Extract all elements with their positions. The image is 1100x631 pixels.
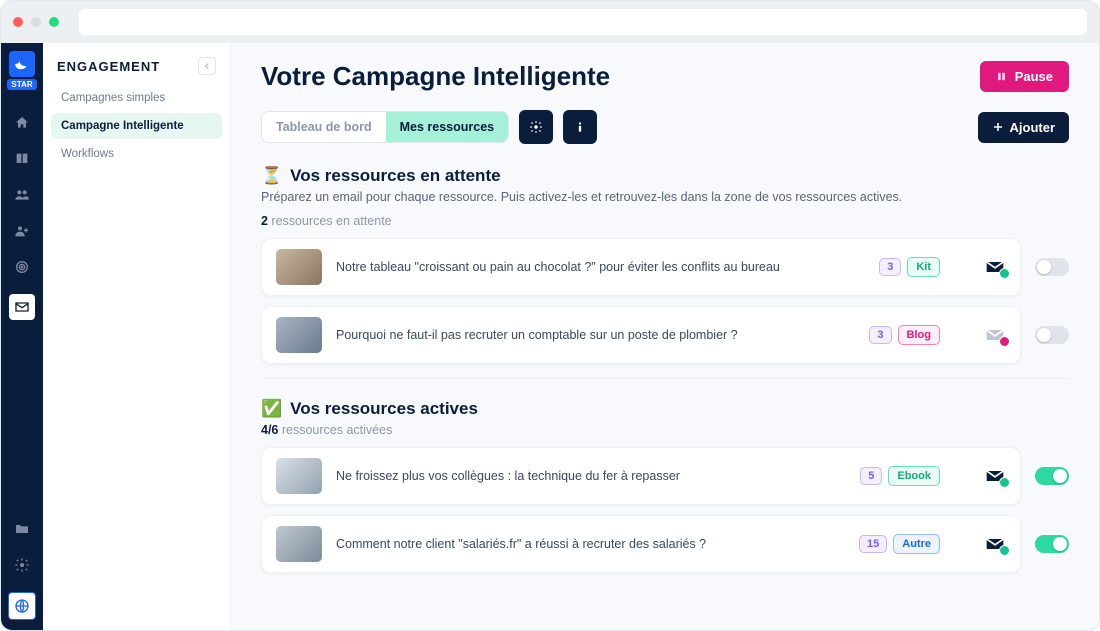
settings-button[interactable] xyxy=(519,110,553,144)
resource-title: Comment notre client "salariés.fr" a réu… xyxy=(336,536,845,553)
resource-card[interactable]: Notre tableau "croissant ou pain au choc… xyxy=(261,238,1021,296)
resource-title: Pourquoi ne faut-il pas recruter un comp… xyxy=(336,327,855,344)
resource-toggle[interactable] xyxy=(1035,467,1069,485)
mail-status-icon[interactable] xyxy=(984,257,1006,277)
pending-section-title: ⏳ Vos ressources en attente xyxy=(261,166,1069,186)
active-count: 4/6 ressources activées xyxy=(261,423,1069,437)
resource-count-badge: 3 xyxy=(879,258,901,276)
pending-count: 2 ressources en attente xyxy=(261,214,1069,228)
view-segmented-control: Tableau de bord Mes ressources xyxy=(261,111,509,143)
add-button[interactable]: Ajouter xyxy=(978,112,1070,143)
sidebar-item-workflows[interactable]: Workflows xyxy=(51,141,222,167)
sidebar-collapse-icon[interactable] xyxy=(198,57,216,75)
resource-tag: Autre xyxy=(893,534,940,554)
resource-thumbnail xyxy=(276,458,322,494)
resource-thumbnail xyxy=(276,249,322,285)
resource-count-badge: 3 xyxy=(869,326,891,344)
mail-status-icon[interactable] xyxy=(984,534,1006,554)
window-close-dot[interactable] xyxy=(13,17,23,27)
logo-block: STAR xyxy=(7,51,36,90)
browser-frame: STAR xyxy=(0,0,1100,631)
resource-thumbnail xyxy=(276,317,322,353)
resource-count-badge: 15 xyxy=(859,535,887,553)
sidebar-title: ENGAGEMENT xyxy=(57,59,160,74)
resource-title: Ne froissez plus vos collègues : la tech… xyxy=(336,468,846,485)
main-content: Votre Campagne Intelligente Pause Tablea… xyxy=(231,43,1099,630)
resource-card[interactable]: Ne froissez plus vos collègues : la tech… xyxy=(261,447,1021,505)
resource-tag: Kit xyxy=(907,257,940,277)
sidebar: ENGAGEMENT Campagnes simples Campagne In… xyxy=(43,43,231,630)
resource-toggle[interactable] xyxy=(1035,258,1069,276)
resource-thumbnail xyxy=(276,526,322,562)
resource-row: Notre tableau "croissant ou pain au choc… xyxy=(261,238,1069,296)
pause-button-label: Pause xyxy=(1015,69,1053,84)
resource-toggle[interactable] xyxy=(1035,326,1069,344)
status-check-icon xyxy=(999,545,1010,556)
sidebar-item-campagnes-simples[interactable]: Campagnes simples xyxy=(51,85,222,111)
window-min-dot[interactable] xyxy=(31,17,41,27)
pause-button[interactable]: Pause xyxy=(980,61,1069,92)
resource-row: Comment notre client "salariés.fr" a réu… xyxy=(261,515,1069,573)
resource-tag: Ebook xyxy=(888,466,940,486)
mail-status-icon[interactable] xyxy=(984,325,1006,345)
app-logo[interactable] xyxy=(9,51,35,77)
info-button[interactable] xyxy=(563,110,597,144)
status-add-icon xyxy=(999,336,1010,347)
resource-card[interactable]: Pourquoi ne faut-il pas recruter un comp… xyxy=(261,306,1021,364)
tab-dashboard[interactable]: Tableau de bord xyxy=(262,112,386,142)
resource-row: Pourquoi ne faut-il pas recruter un comp… xyxy=(261,306,1069,364)
pending-section-subtitle: Préparez un email pour chaque ressource.… xyxy=(261,190,1069,204)
users-icon[interactable] xyxy=(13,186,31,204)
globe-icon[interactable] xyxy=(8,592,36,620)
checkmark-icon: ✅ xyxy=(261,399,282,419)
resource-title: Notre tableau "croissant ou pain au choc… xyxy=(336,259,865,276)
gear-icon[interactable] xyxy=(13,556,31,574)
resource-card[interactable]: Comment notre client "salariés.fr" a réu… xyxy=(261,515,1021,573)
status-check-icon xyxy=(999,477,1010,488)
url-bar[interactable] xyxy=(79,9,1087,35)
add-button-label: Ajouter xyxy=(1010,120,1056,135)
hourglass-icon: ⏳ xyxy=(261,166,282,186)
section-divider xyxy=(261,378,1069,379)
browser-chrome xyxy=(1,1,1099,43)
resource-tag: Blog xyxy=(898,325,940,345)
active-section-title: ✅ Vos ressources actives xyxy=(261,399,1069,419)
page-title: Votre Campagne Intelligente xyxy=(261,61,610,92)
resource-count-badge: 5 xyxy=(860,467,882,485)
icon-rail: STAR xyxy=(1,43,43,630)
tab-my-resources[interactable]: Mes ressources xyxy=(386,112,509,142)
folder-icon[interactable] xyxy=(13,520,31,538)
envelope-icon[interactable] xyxy=(9,294,35,320)
user-plus-icon[interactable] xyxy=(13,222,31,240)
target-icon[interactable] xyxy=(13,258,31,276)
plan-badge: STAR xyxy=(7,79,36,90)
sidebar-item-campagne-intelligente[interactable]: Campagne Intelligente xyxy=(51,113,222,139)
mail-status-icon[interactable] xyxy=(984,466,1006,486)
book-icon[interactable] xyxy=(13,150,31,168)
home-icon[interactable] xyxy=(13,114,31,132)
window-max-dot[interactable] xyxy=(49,17,59,27)
resource-toggle[interactable] xyxy=(1035,535,1069,553)
status-check-icon xyxy=(999,268,1010,279)
resource-row: Ne froissez plus vos collègues : la tech… xyxy=(261,447,1069,505)
